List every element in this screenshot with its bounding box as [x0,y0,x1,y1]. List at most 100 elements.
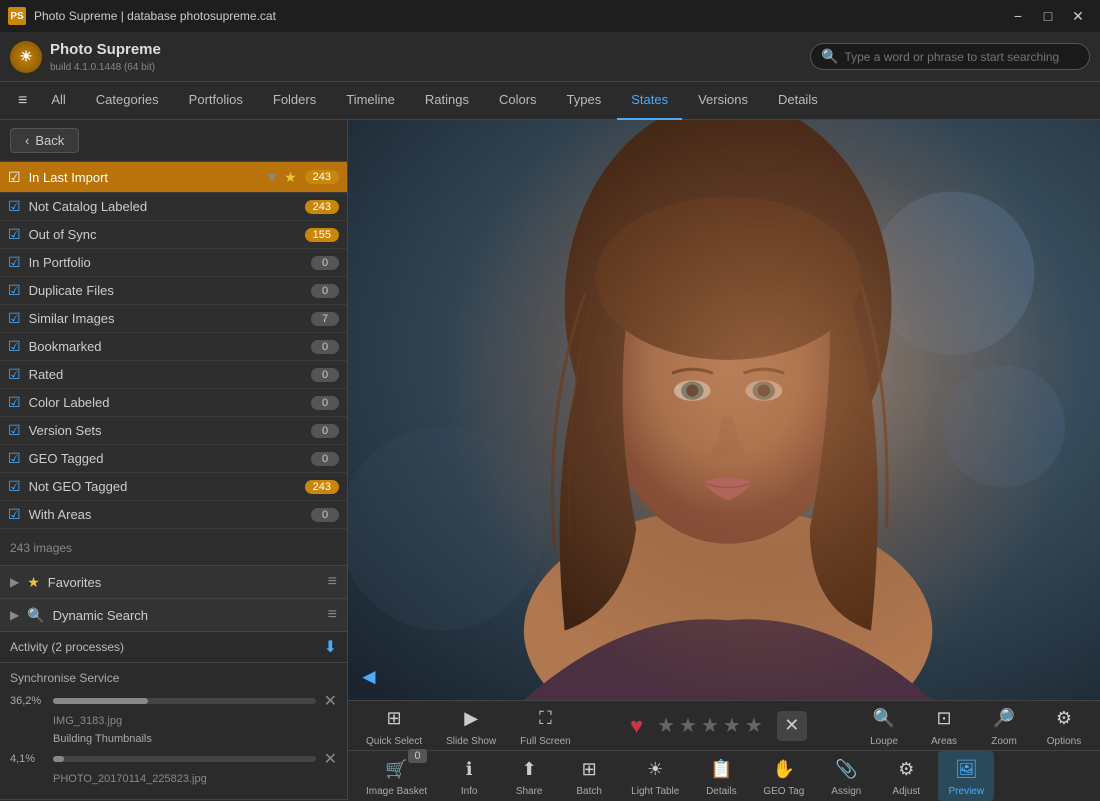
areas-button[interactable]: ⊡ Areas [916,701,972,751]
adjust-button[interactable]: ⚙ Adjust [878,751,934,801]
details-button[interactable]: 📋 Details [693,751,749,801]
checkbox-icon: ☑ [8,506,21,523]
star-2[interactable]: ★ [679,713,697,738]
window-controls[interactable]: − □ ✕ [1004,6,1092,26]
tab-categories[interactable]: Categories [82,82,173,120]
state-item-not-catalog-labeled[interactable]: ☑ Not Catalog Labeled 243 [0,193,347,221]
state-item-version-sets[interactable]: ☑ Version Sets 0 [0,417,347,445]
light-table-button[interactable]: ☀ Light Table [621,751,689,801]
full-screen-label: Full Screen [520,736,571,747]
toolbar-top: ⊞ Quick Select ▶ Slide Show ⛶ Full Scree… [348,701,1100,751]
star-4[interactable]: ★ [723,713,741,738]
titlebar-left: PS Photo Supreme | database photosupreme… [8,7,276,25]
favorites-section[interactable]: ▶ ★ Favorites ≡ [0,566,347,599]
info-label: Info [461,786,478,797]
assign-icon: 📎 [832,755,860,783]
state-label: Out of Sync [29,227,297,242]
image-basket-button[interactable]: 🛒 0 Image Basket [356,751,437,801]
share-button[interactable]: ⬆ Share [501,751,557,801]
star-icon: ★ [284,169,297,186]
options-button[interactable]: ⚙ Options [1036,701,1092,751]
state-label: GEO Tagged [29,451,303,466]
tab-details[interactable]: Details [764,82,832,120]
checkbox-icon: ☑ [8,226,21,243]
state-count: 0 [311,368,339,382]
heart-icon[interactable]: ♥ [630,713,643,739]
content-area: ◄ ⊞ Quick Select ▶ Slide Show ⛶ Full Scr… [348,120,1100,800]
progress-fill-2 [53,756,64,762]
state-item-similar-images[interactable]: ☑ Similar Images 7 [0,305,347,333]
maximize-button[interactable]: □ [1034,6,1062,26]
search-bar[interactable]: 🔍 [810,43,1090,70]
back-button[interactable]: ‹ Back [10,128,79,153]
minimize-button[interactable]: − [1004,6,1032,26]
quick-select-label: Quick Select [366,736,422,747]
state-item-in-portfolio[interactable]: ☑ In Portfolio 0 [0,249,347,277]
state-item-bookmarked[interactable]: ☑ Bookmarked 0 [0,333,347,361]
menu-icon[interactable]: ≡ [10,88,35,114]
loupe-button[interactable]: 🔍 Loupe [856,701,912,751]
state-count: 7 [311,312,339,326]
cancel-progress-2[interactable]: ✕ [324,749,337,769]
slide-show-label: Slide Show [446,736,496,747]
tab-types[interactable]: Types [553,82,616,120]
batch-button[interactable]: ⊞ Batch [561,751,617,801]
state-item-with-areas[interactable]: ☑ With Areas 0 [0,501,347,529]
photo-placeholder: ◄ [348,120,1100,700]
geo-tag-icon: ✋ [770,755,798,783]
state-label: Not Catalog Labeled [29,199,297,214]
state-item-out-of-sync[interactable]: ☑ Out of Sync 155 [0,221,347,249]
state-count: 0 [311,396,339,410]
photo-area: ◄ [348,120,1100,700]
reject-button[interactable]: ✕ [777,711,807,741]
basket-badge: 0 [408,749,426,763]
tab-portfolios[interactable]: Portfolios [175,82,257,120]
details-label: Details [706,786,737,797]
tab-colors[interactable]: Colors [485,82,551,120]
tab-folders[interactable]: Folders [259,82,330,120]
state-item-duplicate-files[interactable]: ☑ Duplicate Files 0 [0,277,347,305]
dynamic-search-section[interactable]: ▶ 🔍 Dynamic Search ≡ [0,599,347,632]
tab-timeline[interactable]: Timeline [332,82,409,120]
cancel-progress-1[interactable]: ✕ [324,691,337,711]
full-screen-button[interactable]: ⛶ Full Screen [510,701,581,751]
zoom-button[interactable]: 🔎 Zoom [976,701,1032,751]
file-label-2: PHOTO_20170114_225823.jpg [10,773,337,785]
progress-bar-2 [53,756,316,762]
checkbox-icon: ☑ [8,394,21,411]
preview-button[interactable]: 🖼 Preview [938,751,994,801]
building-thumbnails-label: Building Thumbnails [53,733,337,745]
star-3[interactable]: ★ [701,713,719,738]
tab-states[interactable]: States [617,82,682,120]
state-count: 243 [305,480,339,494]
menu-icon[interactable]: ≡ [328,573,337,591]
menu-icon[interactable]: ≡ [328,606,337,624]
details-icon: 📋 [707,755,735,783]
tab-all[interactable]: All [37,82,79,120]
state-item-not-geo-tagged[interactable]: ☑ Not GEO Tagged 243 [0,473,347,501]
star-5[interactable]: ★ [745,713,763,738]
tab-versions[interactable]: Versions [684,82,762,120]
slide-show-button[interactable]: ▶ Slide Show [436,701,506,751]
state-item-geo-tagged[interactable]: ☑ GEO Tagged 0 [0,445,347,473]
star-1[interactable]: ★ [657,713,675,738]
logo-icon: ☀ [10,41,42,73]
states-list: ☑ In Last Import ▾ ★ 243 ☑ Not Catalog L… [0,162,347,531]
areas-icon: ⊡ [930,705,958,733]
batch-icon: ⊞ [575,755,603,783]
stars-row: ★ ★ ★ ★ ★ [657,713,763,738]
tab-ratings[interactable]: Ratings [411,82,483,120]
geo-tag-button[interactable]: ✋ GEO Tag [753,751,814,801]
state-item-in-last-import[interactable]: ☑ In Last Import ▾ ★ 243 [0,162,347,193]
close-button[interactable]: ✕ [1064,6,1092,26]
state-count: 155 [305,228,339,242]
checkbox-icon: ☑ [8,478,21,495]
info-button[interactable]: ℹ Info [441,751,497,801]
quick-select-button[interactable]: ⊞ Quick Select [356,701,432,751]
checkbox-icon: ☑ [8,169,21,186]
search-input[interactable] [844,50,1079,64]
nav-arrow-left[interactable]: ◄ [358,664,380,690]
state-item-rated[interactable]: ☑ Rated 0 [0,361,347,389]
state-item-color-labeled[interactable]: ☑ Color Labeled 0 [0,389,347,417]
assign-button[interactable]: 📎 Assign [818,751,874,801]
